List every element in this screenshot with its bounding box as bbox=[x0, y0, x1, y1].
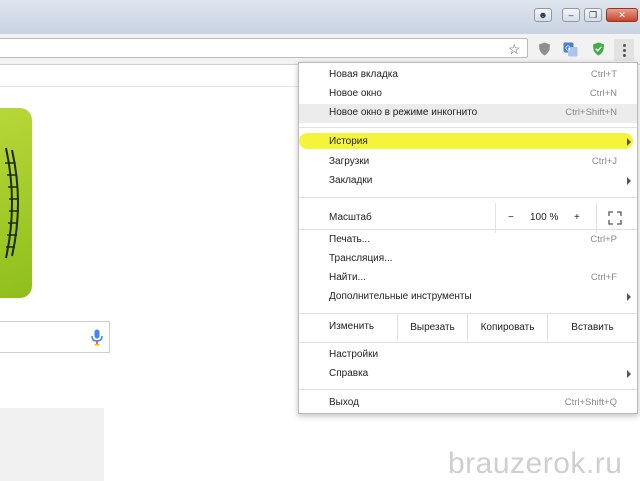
menu-item-label: Трансляция... bbox=[329, 253, 393, 264]
menu-item-label: Настройки bbox=[329, 349, 379, 360]
menu-item-find[interactable]: Найти... Ctrl+F bbox=[299, 269, 637, 288]
menu-item-label: Выход bbox=[329, 397, 359, 408]
menu-item-incognito[interactable]: Новое окно в режиме инкогнито Ctrl+Shift… bbox=[299, 104, 637, 123]
menu-dots-icon[interactable] bbox=[614, 39, 634, 61]
menu-item-new-window[interactable]: Новое окно Ctrl+N bbox=[299, 85, 637, 104]
menu-item-new-tab[interactable]: Новая вкладка Ctrl+T bbox=[299, 66, 637, 85]
menu-item-history[interactable]: История bbox=[299, 133, 637, 152]
menu-divider bbox=[299, 127, 637, 128]
app-logo-tile bbox=[0, 108, 32, 298]
menu-item-shortcut: Ctrl+T bbox=[590, 69, 617, 80]
menu-edit-row: Изменить Вырезать Копировать Вставить bbox=[299, 313, 637, 341]
translate-icon[interactable]: G bbox=[562, 41, 578, 57]
menu-divider bbox=[299, 229, 637, 230]
cut-button[interactable]: Вырезать bbox=[397, 313, 467, 341]
menu-item-cast[interactable]: Трансляция... bbox=[299, 250, 637, 269]
minimize-icon[interactable]: – bbox=[562, 8, 580, 22]
zoom-out-button[interactable]: − bbox=[508, 212, 514, 223]
paste-button[interactable]: Вставить bbox=[547, 313, 637, 341]
menu-item-exit[interactable]: Выход Ctrl+Shift+Q bbox=[299, 394, 637, 413]
menu-item-shortcut: Ctrl+P bbox=[590, 234, 617, 245]
menu-item-settings[interactable]: Настройки bbox=[299, 346, 637, 365]
menu-item-print[interactable]: Печать... Ctrl+P bbox=[299, 231, 637, 250]
shield-icon[interactable] bbox=[536, 41, 552, 57]
menu-item-downloads[interactable]: Загрузки Ctrl+J bbox=[299, 153, 637, 172]
watermark: brauzerok.ru bbox=[448, 447, 623, 480]
chevron-right-icon bbox=[627, 293, 631, 301]
menu-divider bbox=[299, 342, 637, 343]
chevron-right-icon bbox=[627, 138, 631, 146]
menu-item-label: Закладки bbox=[329, 175, 373, 186]
menu-divider bbox=[299, 389, 637, 390]
menu-item-bookmarks[interactable]: Закладки bbox=[299, 172, 637, 191]
svg-text:G: G bbox=[565, 45, 570, 52]
star-icon[interactable]: ☆ bbox=[508, 41, 521, 57]
chevron-right-icon bbox=[627, 370, 631, 378]
browser-toolbar: ☆ G bbox=[0, 34, 640, 65]
menu-item-help[interactable]: Справка bbox=[299, 365, 637, 384]
content-panel bbox=[0, 408, 104, 481]
adguard-icon[interactable] bbox=[590, 41, 606, 57]
page-header-strip bbox=[0, 64, 300, 87]
restore-icon[interactable]: ❐ bbox=[584, 8, 602, 22]
menu-item-more-tools[interactable]: Дополнительные инструменты bbox=[299, 288, 637, 307]
menu-divider bbox=[299, 197, 637, 198]
zoom-label: Масштаб bbox=[329, 212, 372, 223]
microphone-icon[interactable] bbox=[91, 329, 103, 349]
menu-item-label: Дополнительные инструменты bbox=[329, 291, 472, 302]
edit-label: Изменить bbox=[329, 321, 375, 332]
user-icon[interactable]: ☻ bbox=[534, 8, 552, 22]
menu-item-label: Новая вкладка bbox=[329, 69, 398, 80]
browser-main-menu: Новая вкладка Ctrl+T Новое окно Ctrl+N Н… bbox=[298, 62, 638, 414]
menu-item-label: Найти... bbox=[329, 272, 366, 283]
menu-item-label: Справка bbox=[329, 368, 369, 379]
zoom-in-button[interactable]: + bbox=[574, 212, 580, 223]
menu-item-shortcut: Ctrl+N bbox=[589, 88, 617, 99]
menu-item-shortcut: Ctrl+J bbox=[591, 156, 617, 167]
menu-item-label: Новое окно в режиме инкогнито bbox=[329, 107, 478, 118]
chevron-right-icon bbox=[627, 177, 631, 185]
menu-item-shortcut: Ctrl+Shift+N bbox=[565, 107, 617, 118]
close-icon[interactable]: ✕ bbox=[606, 8, 638, 22]
zoom-value: 100 % bbox=[530, 212, 559, 223]
window-titlebar: ☻ – ❐ ✕ bbox=[0, 0, 640, 35]
copy-button[interactable]: Копировать bbox=[467, 313, 547, 341]
menu-item-label: Новое окно bbox=[329, 88, 382, 99]
menu-item-label: История bbox=[329, 136, 368, 147]
menu-item-label: Печать... bbox=[329, 234, 371, 245]
fullscreen-icon[interactable] bbox=[608, 211, 622, 228]
menu-item-label: Загрузки bbox=[329, 156, 370, 167]
menu-item-shortcut: Ctrl+Shift+Q bbox=[564, 397, 617, 408]
menu-item-shortcut: Ctrl+F bbox=[590, 272, 617, 283]
address-bar[interactable]: ☆ bbox=[0, 38, 528, 58]
